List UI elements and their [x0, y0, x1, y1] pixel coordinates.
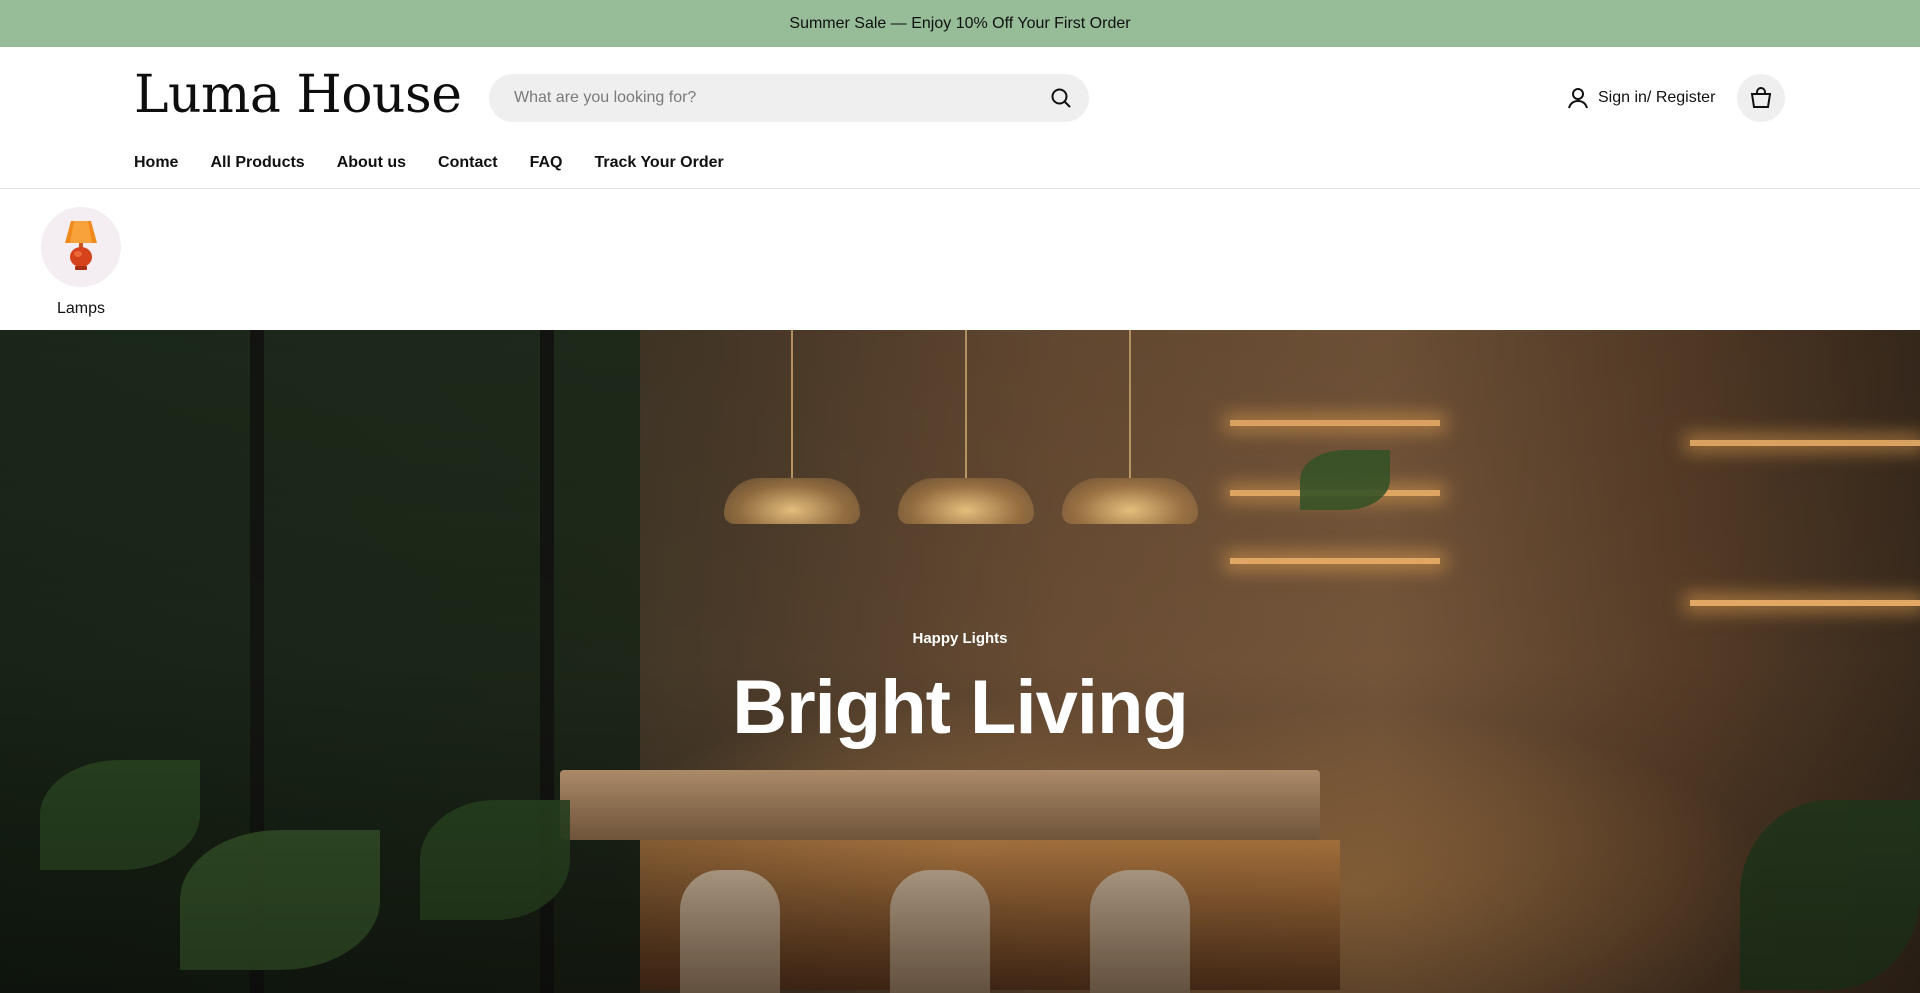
- user-icon: [1568, 88, 1588, 109]
- cart-button[interactable]: [1737, 74, 1785, 122]
- category-lamps-image: [41, 207, 121, 287]
- hero-kicker: Happy Lights: [912, 630, 1008, 647]
- shopping-bag-icon: [1750, 87, 1772, 108]
- hero-title: Bright Living: [732, 665, 1189, 750]
- search-bar: [489, 74, 1089, 122]
- search-icon: [1051, 88, 1071, 108]
- nav-contact[interactable]: Contact: [438, 154, 498, 172]
- search-button[interactable]: [1033, 74, 1089, 122]
- announcement-bar: Summer Sale — Enjoy 10% Off Your First O…: [0, 0, 1920, 47]
- main-nav: Home All Products About us Contact FAQ T…: [134, 154, 724, 172]
- category-lamps-label: Lamps: [56, 300, 106, 317]
- hero-banner: Happy Lights Bright Living: [0, 330, 1920, 993]
- hero-content: Happy Lights Bright Living: [0, 330, 1920, 993]
- nav-all-products[interactable]: All Products: [210, 154, 304, 172]
- site-header: Luma House Sign in/ Register Home All Pr…: [0, 47, 1920, 189]
- search-input[interactable]: [489, 74, 1033, 122]
- category-strip: Lamps: [0, 189, 1920, 330]
- site-logo[interactable]: Luma House: [134, 66, 462, 124]
- nav-about-us[interactable]: About us: [337, 154, 406, 172]
- nav-track-order[interactable]: Track Your Order: [594, 154, 723, 172]
- nav-faq[interactable]: FAQ: [530, 154, 563, 172]
- sign-in-link[interactable]: Sign in/ Register: [1566, 85, 1715, 111]
- announcement-text: Summer Sale — Enjoy 10% Off Your First O…: [789, 14, 1131, 32]
- sign-in-label: Sign in/ Register: [1598, 89, 1716, 106]
- nav-home[interactable]: Home: [134, 154, 178, 172]
- table-lamp-icon: [65, 221, 97, 270]
- category-lamps[interactable]: Lamps: [40, 207, 122, 318]
